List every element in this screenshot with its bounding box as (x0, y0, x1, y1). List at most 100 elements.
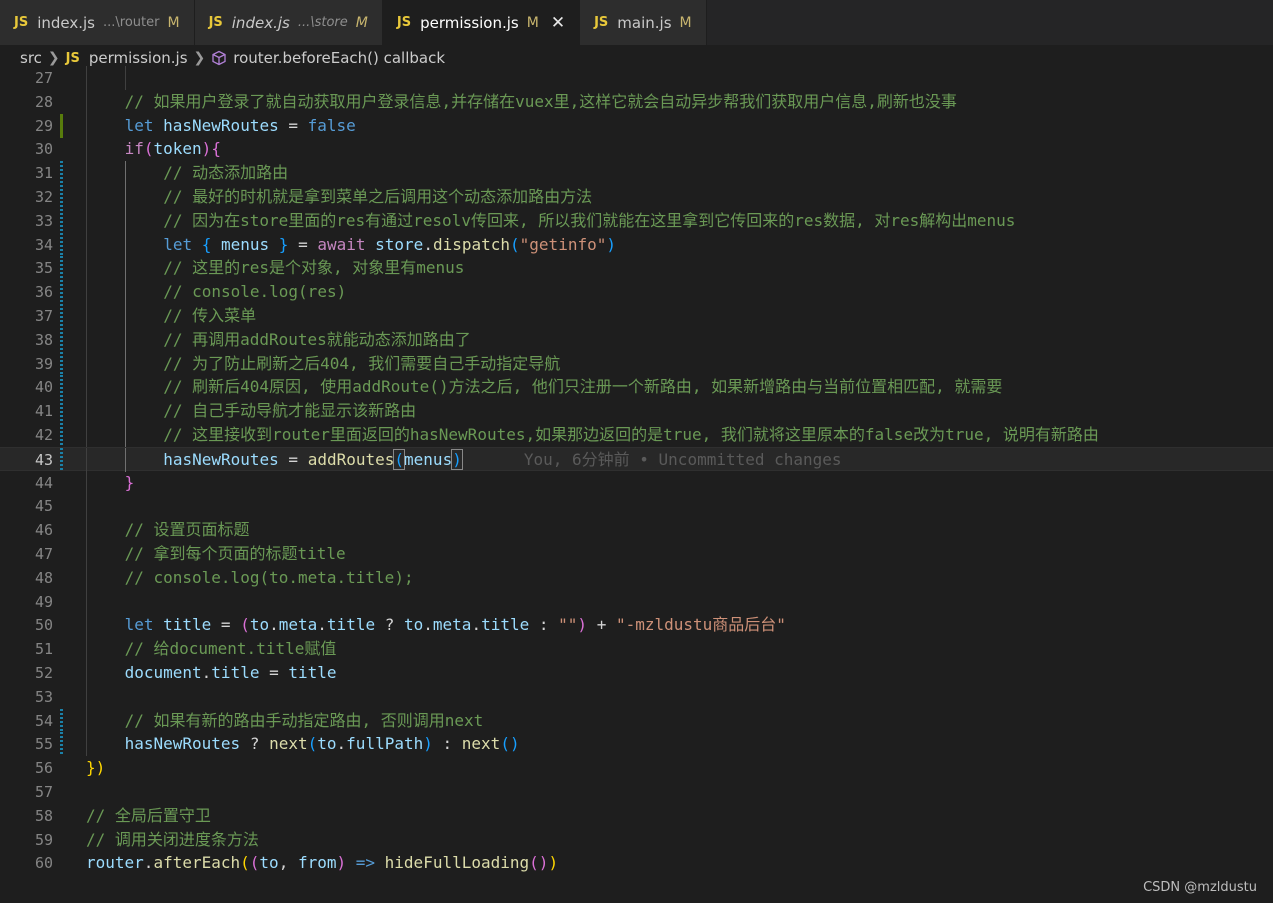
git-modified-indicator[interactable] (60, 280, 63, 305)
tab-permission[interactable]: JS permission.js M ✕ (382, 0, 581, 45)
code-line[interactable]: 59 // 调用关闭进度条方法 (0, 828, 1273, 852)
indent-guide (124, 208, 126, 233)
code-line[interactable]: 56}) (0, 756, 1273, 780)
code-token: meta (432, 615, 472, 635)
code-line[interactable]: 36 // console.log(res) (0, 280, 1273, 305)
code-line[interactable]: 28 // 如果用户登录了就自动获取用户登录信息,并存储在vuex里,这样它就会自… (0, 89, 1273, 114)
code-line[interactable]: 46 // 设置页面标题 (0, 518, 1273, 543)
line-number: 59 (34, 830, 53, 849)
code-line[interactable]: 32 // 最好的时机就是拿到菜单之后调用这个动态添加路由方法 (0, 185, 1273, 209)
code-token: // 为了防止刷新之后404, 我们需要自己手动指定导航 (163, 353, 561, 373)
git-modified-indicator[interactable] (60, 351, 63, 376)
code-line[interactable]: 34 let { menus } = await store.dispatch("… (0, 232, 1273, 257)
tab-index-router[interactable]: JS index.js ...\router M (0, 0, 195, 45)
git-modified-indicator[interactable] (60, 256, 63, 281)
editor-tab-bar: JS index.js ...\router M JS index.js ...… (0, 0, 1273, 45)
code-token: title (288, 663, 337, 682)
code-line[interactable]: 35 // 这里的res是个对象, 对象里有menus (0, 256, 1273, 281)
code-line[interactable]: 43 hasNewRoutes = addRoutes(menus) You, 6分… (0, 446, 1273, 472)
code-line[interactable]: 47 // 拿到每个页面的标题title (0, 542, 1273, 566)
code-line[interactable]: 41 // 自己手动导航才能显示该新路由 (0, 399, 1273, 424)
code-line[interactable]: 50 let title = (to.meta.title ? to.meta.t… (0, 613, 1273, 638)
git-modified-indicator[interactable] (60, 708, 63, 733)
code-line[interactable]: 27 (0, 66, 1273, 90)
indent-guide (86, 494, 87, 519)
git-blame-annotation: You, 6分钟前 • Uncommitted changes (523, 449, 842, 469)
indent-guide (124, 66, 126, 90)
code-token: // 给document.title赋值 (124, 639, 337, 659)
close-icon[interactable]: ✕ (551, 13, 565, 33)
git-modified-indicator[interactable] (60, 327, 63, 352)
code-token: document (124, 663, 202, 682)
git-modified-indicator[interactable] (60, 185, 63, 209)
code-line[interactable]: 33 // 因为在store里面的res有通过resolv传回来, 所以我们就能在… (0, 208, 1273, 233)
code-line[interactable]: 49 (0, 589, 1273, 614)
tab-index-store[interactable]: JS index.js ...\store M (194, 0, 383, 45)
code-line[interactable]: 40 // 刷新后404原因, 使用addRoute()方法之后, 他们只注册一个… (0, 375, 1273, 400)
code-line[interactable]: 55 hasNewRoutes ? next(to.fullPath) : nex… (0, 732, 1273, 757)
code-line[interactable]: 37 // 传入菜单 (0, 304, 1273, 328)
code-line[interactable]: 42 // 这里接收到router里面返回的hasNewRoutes,如果那边返回… (0, 423, 1273, 447)
code-token: fullPath (346, 734, 424, 754)
cube-icon (211, 50, 227, 66)
indent-guide (124, 375, 126, 400)
line-number: 45 (34, 497, 53, 516)
code-line[interactable]: 54 // 如果有新的路由手动指定路由, 否则调用next (0, 708, 1273, 733)
indent-guide (86, 161, 87, 186)
indent-guide (86, 399, 87, 424)
code-line[interactable]: 38 // 再调用addRoutes就能动态添加路由了 (0, 327, 1273, 352)
code-token: hasNewRoutes (163, 115, 279, 135)
code-line[interactable]: 39 // 为了防止刷新之后404, 我们需要自己手动指定导航 (0, 351, 1273, 376)
code-content: let { menus } = await store.dispatch("ge… (163, 233, 616, 257)
code-line[interactable]: 51 // 给document.title赋值 (0, 637, 1273, 662)
git-modified-indicator[interactable] (60, 399, 63, 424)
code-line[interactable]: 30 if(token){ (0, 137, 1273, 162)
code-token: } (278, 234, 289, 254)
indent-guide (86, 327, 87, 352)
tab-main[interactable]: JS main.js M (580, 0, 707, 45)
code-token: ( (143, 139, 154, 159)
git-modified-indicator[interactable] (60, 161, 63, 186)
code-token: "" (558, 615, 578, 635)
code-editor[interactable]: 27 28 // 如果用户登录了就自动获取用户登录信息,并存储在vuex里,这样它就… (0, 66, 1273, 876)
code-line[interactable]: 57 (0, 780, 1273, 804)
git-modified-indicator[interactable] (60, 447, 63, 472)
code-content: // 调用关闭进度条方法 (86, 828, 259, 852)
git-modified-indicator[interactable] (60, 208, 63, 233)
code-token: . (143, 853, 154, 873)
line-number: 34 (34, 235, 53, 254)
code-line[interactable]: 44} (0, 470, 1273, 495)
code-line[interactable]: 45 (0, 494, 1273, 519)
code-token: afterEach (153, 853, 241, 873)
git-modified-indicator[interactable] (60, 732, 63, 757)
code-line[interactable]: 48 // console.log(to.meta.title); (0, 565, 1273, 590)
tab-label: index.js (37, 13, 95, 32)
code-line[interactable]: 58 // 全局后置守卫 (0, 804, 1273, 828)
code-line[interactable]: 53 (0, 684, 1273, 709)
line-number: 47 (34, 545, 53, 563)
code-line[interactable]: 52 document.title = title (0, 661, 1273, 685)
code-token: // 这里的res是个对象, 对象里有menus (163, 258, 465, 278)
git-modified-indicator[interactable] (60, 304, 63, 328)
code-token: . (423, 615, 433, 635)
code-token: let (124, 115, 164, 135)
code-line[interactable]: 29 let hasNewRoutes = false (0, 113, 1273, 138)
code-line[interactable]: 31 // 动态添加路由 (0, 161, 1273, 186)
breadcrumb-file[interactable]: permission.js (89, 49, 188, 67)
code-token: = (211, 615, 241, 635)
indent-guide (86, 232, 87, 257)
code-token: . (317, 615, 327, 635)
line-number: 52 (34, 664, 53, 682)
line-number: 37 (34, 307, 53, 325)
indent-guide (124, 161, 126, 186)
breadcrumb-symbol[interactable]: router.beforeEach() callback (233, 49, 445, 67)
code-line[interactable]: 60 router.afterEach((to, from) => hideFul… (0, 851, 1273, 875)
line-number: 35 (34, 259, 53, 278)
git-modified-indicator[interactable] (60, 232, 63, 257)
breadcrumb-folder[interactable]: src (20, 49, 42, 67)
code-token: . (269, 615, 279, 635)
git-modified-indicator[interactable] (60, 375, 63, 400)
code-token: ) (423, 734, 433, 754)
git-modified-indicator[interactable] (60, 423, 63, 447)
git-added-indicator[interactable] (60, 113, 63, 138)
